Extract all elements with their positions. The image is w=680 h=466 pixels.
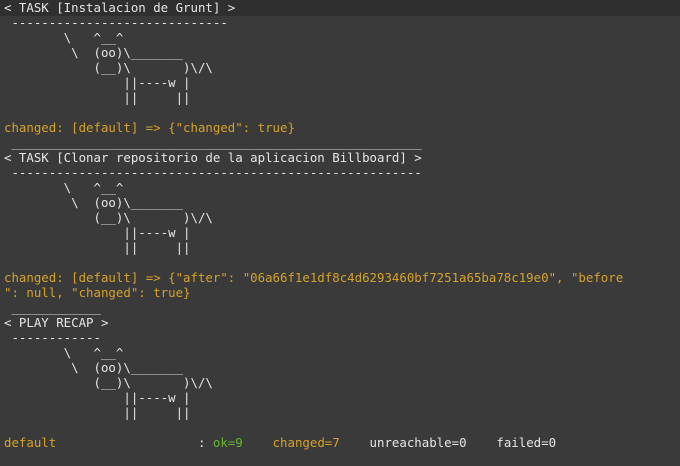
terminal-line: < PLAY RECAP >: [4, 315, 109, 330]
terminal-line: ------------: [4, 330, 101, 345]
terminal-line: ||----w |: [4, 75, 191, 90]
terminal-line: ||----w |: [4, 390, 191, 405]
recap-gap: [467, 435, 497, 450]
terminal-line: || ||: [4, 405, 191, 420]
terminal-output: < TASK [Instalacion de Grunt] > --------…: [4, 0, 680, 450]
terminal-line: \ ^__^: [4, 180, 124, 195]
recap-gap: [340, 435, 370, 450]
terminal-line: < TASK [Clonar repositorio de la aplicac…: [4, 150, 422, 165]
terminal-line: || ||: [4, 240, 191, 255]
terminal-line: ____________: [4, 300, 101, 315]
recap-gap: [243, 435, 273, 450]
terminal-line: \ ^__^: [4, 30, 124, 45]
terminal-line: \ (oo)\_______: [4, 45, 184, 60]
terminal-line: changed: [default] => {"changed": true}: [4, 120, 295, 135]
terminal-line: (__)\ )\/\: [4, 60, 213, 75]
terminal-line: (__)\ )\/\: [4, 375, 213, 390]
recap-unreachable: unreachable=0: [369, 435, 467, 450]
recap-failed: failed=0: [496, 435, 557, 450]
recap-host: default: [4, 435, 57, 450]
terminal-line: ________________________________________…: [4, 135, 422, 150]
play-recap-line: default : ok=9 changed=7 unreachable=0 f…: [4, 435, 680, 450]
recap-ok: ok=9: [212, 435, 243, 450]
terminal-line: \ ^__^: [4, 345, 124, 360]
terminal-line: ----------------------------------------…: [4, 165, 422, 180]
terminal-line: || ||: [4, 90, 191, 105]
terminal-line: < TASK [Instalacion de Grunt] >: [4, 0, 236, 15]
terminal-line: \ (oo)\_______: [4, 360, 184, 375]
recap-changed: changed=7: [272, 435, 340, 450]
terminal-line: \ (oo)\_______: [4, 195, 184, 210]
terminal-line: (__)\ )\/\: [4, 210, 213, 225]
terminal-window[interactable]: < TASK [Instalacion de Grunt] > --------…: [0, 0, 680, 466]
recap-separator: :: [56, 435, 213, 450]
terminal-line: ": null, "changed": true}: [4, 285, 191, 300]
terminal-line: -----------------------------: [4, 15, 228, 30]
terminal-line: changed: [default] => {"after": "06a66f1…: [4, 270, 624, 285]
terminal-line: ||----w |: [4, 225, 191, 240]
